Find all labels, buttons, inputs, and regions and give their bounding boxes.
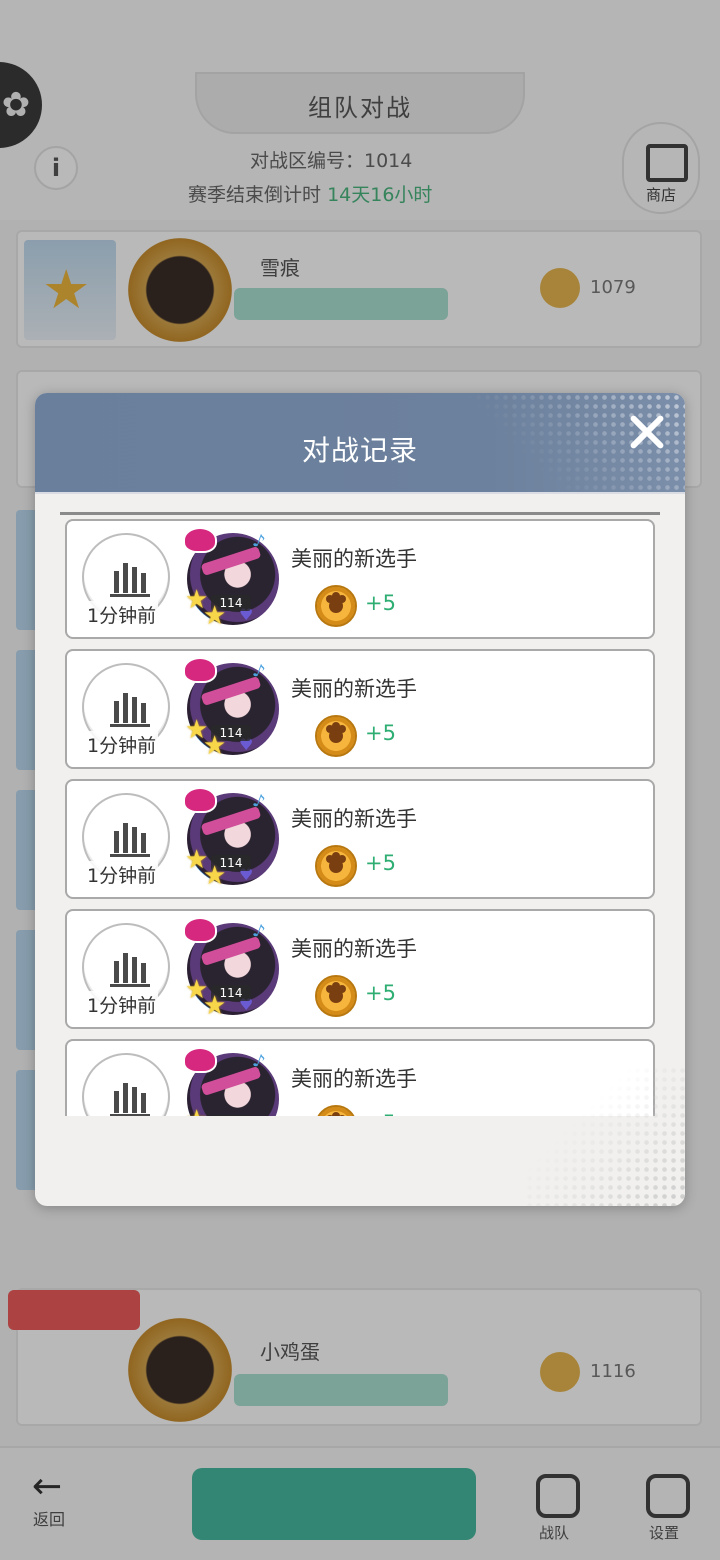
stats-bar [114, 701, 119, 723]
stats-bar [114, 961, 119, 983]
star-icon: ★ [203, 731, 227, 761]
opponent-avatar[interactable]: ♪ ♥ 114 ★ ★ [183, 525, 285, 631]
stats-bar [141, 703, 146, 723]
paw-coin-icon [315, 585, 357, 627]
score-change: +5 [365, 1111, 396, 1116]
stats-bar [141, 573, 146, 593]
stats-bar [132, 957, 137, 983]
dialog-header: 对战记录 [35, 393, 685, 494]
stats-bar [123, 563, 128, 593]
record-time: 1分钟前 [85, 601, 159, 628]
stats-axis [110, 724, 150, 727]
record-time: 1分钟前 [85, 991, 159, 1018]
close-icon[interactable] [621, 407, 673, 459]
stats-bar [132, 567, 137, 593]
stats-bar [123, 823, 128, 853]
opponent-name: 美丽的新选手 [291, 937, 417, 961]
opponent-avatar[interactable]: ♪ ♥ 114 ★ ★ [183, 655, 285, 761]
stats-bar [114, 831, 119, 853]
opponent-name: 美丽的新选手 [291, 547, 417, 571]
opponent-avatar[interactable]: ♪ ♥ 114 ★ ★ [183, 785, 285, 891]
paw-coin-icon [315, 845, 357, 887]
paw-coin-icon [315, 975, 357, 1017]
score-change: +5 [365, 981, 396, 1005]
crown-badge-icon [183, 527, 217, 553]
record-row[interactable]: 1分钟前 ♪ ♥ 114 ★ ★ 美丽的新选手 +5 [65, 909, 655, 1029]
stats-axis [110, 854, 150, 857]
star-icon: ★ [203, 991, 227, 1021]
crown-badge-icon [183, 787, 217, 813]
paw-coin-icon [315, 715, 357, 757]
crown-badge-icon [183, 917, 217, 943]
stats-bar [141, 963, 146, 983]
opponent-name: 美丽的新选手 [291, 677, 417, 701]
crown-badge-icon [183, 657, 217, 683]
star-icon: ★ [203, 601, 227, 631]
stats-axis [110, 1114, 150, 1116]
opponent-avatar[interactable]: ♪ ♥ 114 ★ ★ [183, 1045, 285, 1116]
stats-bar [114, 571, 119, 593]
stats-axis [110, 984, 150, 987]
dialog-title: 对战记录 [301, 434, 418, 467]
record-time: 1分钟前 [85, 861, 159, 888]
opponent-name: 美丽的新选手 [291, 1067, 417, 1091]
stats-bar [114, 1091, 119, 1113]
stats-bar [123, 953, 128, 983]
opponent-avatar[interactable]: ♪ ♥ 114 ★ ★ [183, 915, 285, 1021]
decorative-dots [525, 1066, 685, 1206]
score-change: +5 [365, 851, 396, 875]
star-icon: ★ [185, 1107, 208, 1116]
crown-badge-icon [183, 1047, 217, 1073]
stats-bar [123, 693, 128, 723]
opponent-name: 美丽的新选手 [291, 807, 417, 831]
stats-bar [123, 1083, 128, 1113]
stats-bar [132, 1087, 137, 1113]
paw-coin-icon [315, 1105, 357, 1116]
stats-bar [141, 833, 146, 853]
record-row[interactable]: 1分钟前 ♪ ♥ 114 ★ ★ 美丽的新选手 +5 [65, 779, 655, 899]
stats-chart-icon[interactable] [82, 1053, 170, 1116]
stats-bar [141, 1093, 146, 1113]
avatar-level: 114 [211, 1115, 251, 1116]
stats-axis [110, 594, 150, 597]
record-row[interactable]: 1分钟前 ♪ ♥ 114 ★ ★ 美丽的新选手 +5 [65, 519, 655, 639]
battle-record-dialog: 对战记录 1分钟前 ♪ ♥ 114 ★ ★ 美丽的新选手 +5 1分钟前 ♪ ♥… [35, 393, 685, 1206]
stats-bar [132, 697, 137, 723]
record-row[interactable]: 1分钟前 ♪ ♥ 114 ★ ★ 美丽的新选手 +5 [65, 649, 655, 769]
score-change: +5 [365, 591, 396, 615]
stats-bar [132, 827, 137, 853]
record-time: 1分钟前 [85, 731, 159, 758]
score-change: +5 [365, 721, 396, 745]
star-icon: ★ [203, 861, 227, 891]
record-list[interactable]: 1分钟前 ♪ ♥ 114 ★ ★ 美丽的新选手 +5 1分钟前 ♪ ♥ 114 … [60, 512, 660, 1116]
